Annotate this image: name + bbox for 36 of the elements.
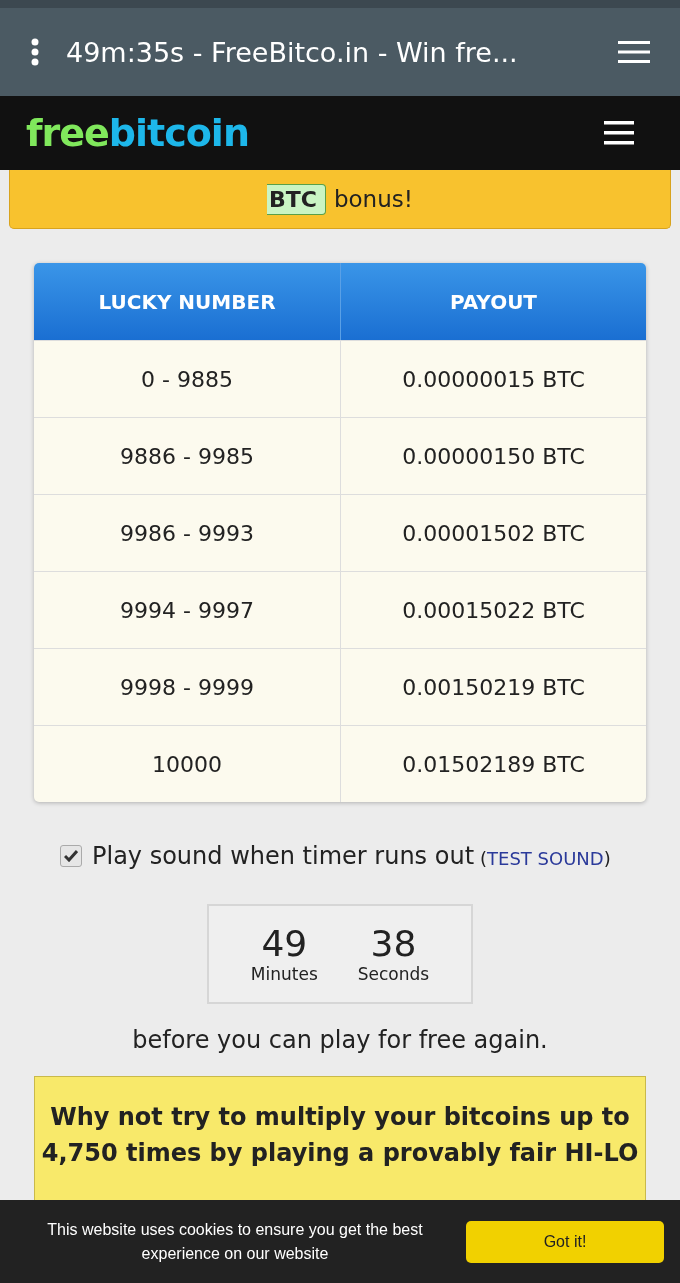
table-cell: 0.00000150 BTC [340,418,646,494]
promo-text: Why not try to multiply your bitcoins up to [50,1103,630,1131]
timer-unit: Seconds [357,964,430,984]
promo-text: 4,750 times by playing a provably fair HI-LO [41,1139,639,1167]
column-header: LUCKY NUMBER [97,288,277,316]
table-cell-text: 10000 [151,750,223,779]
site-logo[interactable]: freebitcoin [26,111,249,155]
table-cell: 0.00015022 BTC [340,572,646,648]
btc-badge: BTC [267,183,326,215]
table-cell-text: 9994 - 9997 [119,596,255,625]
accept-button[interactable]: Got it! [466,1220,664,1263]
cookie-message: This website uses cookies to ensure you get the best experience on our website [46,1219,424,1264]
timer-value: 38 [370,924,417,964]
table-cell-text: 9986 - 9993 [119,519,255,548]
timer-unit: Minutes [250,964,318,984]
page-title: 49m:35s - FreeBitco.in - Win fre... [66,36,519,68]
bonus-text: bonus! [333,186,413,212]
test-sound-link[interactable]: TEST SOUND [487,847,604,869]
table-cell-text: 9886 - 9985 [119,442,255,471]
check-icon [64,850,78,862]
wait-message: before you can play for free again. [131,1026,549,1054]
table-cell: 0.01502189 BTC [340,726,646,802]
table-cell: 0.00000015 BTC [340,341,646,417]
menu-icon[interactable] [604,121,634,145]
parenthesis: ) [603,847,611,869]
table-cell-text: 9998 - 9999 [119,673,255,702]
menu-icon[interactable] [618,41,650,63]
checkbox[interactable] [60,845,82,867]
table-cell: 0.00150219 BTC [340,649,646,725]
column-header: PAYOUT [340,263,646,340]
parenthesis: ( [480,847,488,869]
table-cell-text: 0 - 9885 [140,365,234,394]
timer-value: 49 [261,924,308,964]
table-cell: 0.00001502 BTC [340,495,646,571]
more-options-icon[interactable] [30,38,40,66]
checkbox-label: Play sound when timer runs out [92,842,475,870]
